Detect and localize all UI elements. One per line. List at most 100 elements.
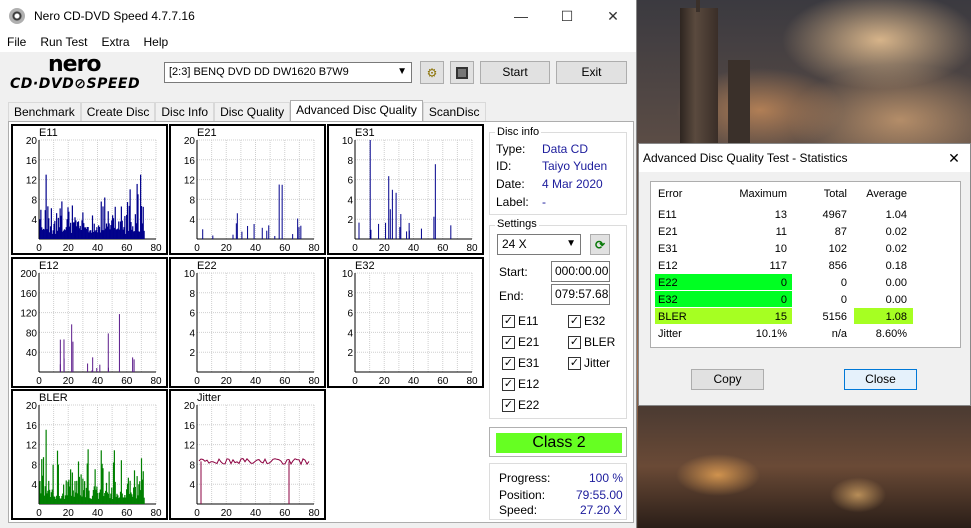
label-value: - xyxy=(542,195,546,209)
x-tick-label: 40 xyxy=(92,376,104,386)
tab-scandisc[interactable]: ScanDisc xyxy=(422,102,486,122)
checkbox-e12[interactable]: ✓ xyxy=(502,378,515,391)
drive-info-button[interactable]: ⚙ xyxy=(420,61,444,84)
nero-disc-icon xyxy=(9,8,25,24)
tab-benchmark[interactable]: Benchmark xyxy=(8,102,81,122)
y-tick-label: 4 xyxy=(347,328,353,339)
y-tick-label: 12 xyxy=(184,176,196,187)
menu-extra[interactable]: Extra xyxy=(94,35,136,49)
stat-error-name: E22 xyxy=(658,277,678,289)
speed-select[interactable]: 24 X ▼ xyxy=(497,234,581,255)
x-tick-label: 40 xyxy=(92,508,104,518)
id-value: Taiyo Yuden xyxy=(542,159,608,173)
chart-e32: E32 10 8 6 4 2 0 20 40 60 80 xyxy=(327,257,484,388)
x-tick-label: 20 xyxy=(379,376,391,386)
checkbox-e31[interactable]: ✓ xyxy=(502,357,515,370)
chevron-down-icon: ▼ xyxy=(397,66,407,77)
checkbox-bler[interactable]: ✓ xyxy=(568,336,581,349)
stat-average: 0.00 xyxy=(885,277,907,289)
stat-average: 8.60% xyxy=(875,328,907,340)
end-time-input[interactable]: 079:57.68 xyxy=(551,284,610,305)
menu-run-test[interactable]: Run Test xyxy=(33,35,94,49)
y-tick-label: 40 xyxy=(26,348,38,359)
x-tick-label: 60 xyxy=(121,508,133,518)
checkbox-jitter[interactable]: ✓ xyxy=(568,357,581,370)
tab-create-disc[interactable]: Create Disc xyxy=(80,102,156,122)
start-time-input[interactable]: 000:00.00 xyxy=(551,261,610,282)
x-tick-label: 40 xyxy=(408,243,420,253)
y-tick-label: 4 xyxy=(31,215,37,226)
position-value: 79:55.00 xyxy=(576,488,623,502)
y-tick-label: 20 xyxy=(184,136,196,147)
tab-disc-quality[interactable]: Disc Quality xyxy=(214,102,291,122)
end-label: End: xyxy=(499,289,524,303)
x-tick-label: 0 xyxy=(36,243,42,253)
exit-button[interactable]: Exit xyxy=(556,61,627,84)
stat-error-name: E31 xyxy=(658,243,678,255)
checkbox-e32[interactable]: ✓ xyxy=(568,315,581,328)
checkbox-label: E22 xyxy=(518,398,540,412)
tab-advanced-disc-quality[interactable]: Advanced Disc Quality xyxy=(290,100,423,122)
toolbar: nero CD·DVD⊘SPEED [2:3] BENQ DVD DD DW16… xyxy=(0,52,637,98)
close-button[interactable]: ✕ xyxy=(590,0,636,32)
chart-plot: 201612840 20 40 60 80 xyxy=(184,401,320,518)
y-tick-label: 200 xyxy=(20,269,37,280)
x-tick-label: 0 xyxy=(194,243,200,253)
checkbox-label: E21 xyxy=(518,335,540,349)
dialog-close-button[interactable]: Close xyxy=(844,369,917,390)
checkbox-e11[interactable]: ✓ xyxy=(502,315,515,328)
x-tick-label: 40 xyxy=(92,243,104,253)
chart-e12: E12 200 160 120 80 40 0 20 40 60 80 xyxy=(11,257,168,388)
y-tick-label: 8 xyxy=(31,195,37,206)
y-tick-label: 4 xyxy=(189,215,195,226)
stat-error-name: Jitter xyxy=(658,328,682,340)
chart-plot: 201612840 20 40 60 80 xyxy=(26,401,162,518)
stat-error-name: E12 xyxy=(658,260,678,272)
dialog-close-icon[interactable]: ✕ xyxy=(938,150,970,167)
x-tick-label: 20 xyxy=(379,243,391,253)
menu-help[interactable]: Help xyxy=(137,35,176,49)
chart-plot: 1086420 20 40 60 80 xyxy=(342,136,478,253)
type-label: Type: xyxy=(496,142,526,156)
y-tick-label: 10 xyxy=(184,269,196,280)
checkbox-e21[interactable]: ✓ xyxy=(502,336,515,349)
y-tick-label: 8 xyxy=(189,195,195,206)
logo-cdspeed-text: CD·DVD⊘SPEED xyxy=(10,76,141,92)
jitter-series-line xyxy=(198,457,310,466)
drive-select[interactable]: [2:3] BENQ DVD DD DW1620 B7W9 ▼ xyxy=(164,62,412,83)
x-tick-label: 60 xyxy=(279,376,291,386)
dialog-title-bar: Advanced Disc Quality Test - Statistics … xyxy=(639,144,970,172)
tab-disc-info[interactable]: Disc Info xyxy=(155,102,215,122)
menu-file[interactable]: File xyxy=(0,35,33,49)
start-button[interactable]: Start xyxy=(480,61,550,84)
refresh-speed-button[interactable]: ⟳ xyxy=(590,234,610,255)
stat-average: 1.08 xyxy=(885,311,907,323)
y-tick-label: 10 xyxy=(342,136,354,147)
stat-average: 1.04 xyxy=(885,209,907,221)
y-tick-label: 6 xyxy=(347,309,353,320)
speed-select-value: 24 X xyxy=(502,237,527,251)
drive-select-value: [2:3] BENQ DVD DD DW1620 B7W9 xyxy=(169,66,349,78)
maximize-button[interactable]: ☐ xyxy=(544,0,590,32)
checkbox-label: E31 xyxy=(518,356,540,370)
chart-plot: 1086420 20 40 60 80 xyxy=(184,269,320,386)
x-tick-label: 0 xyxy=(194,508,200,518)
speed-label: Speed: xyxy=(499,503,538,517)
checkbox-label: BLER xyxy=(584,335,616,349)
x-tick-label: 0 xyxy=(352,243,358,253)
progress-value: 100 % xyxy=(589,471,624,485)
x-tick-label: 60 xyxy=(279,508,291,518)
stat-error-name: E32 xyxy=(658,294,678,306)
checkbox-e22[interactable]: ✓ xyxy=(502,399,515,412)
minimize-button[interactable]: — xyxy=(498,0,544,32)
y-tick-label: 4 xyxy=(189,480,195,491)
stat-average: 0.18 xyxy=(885,260,907,272)
copy-button[interactable]: Copy xyxy=(691,369,764,390)
progress-label: Progress: xyxy=(499,471,551,485)
save-button[interactable] xyxy=(450,61,474,84)
x-tick-label: 20 xyxy=(63,376,75,386)
chart-plot: 201612840 20 40 60 80 xyxy=(26,136,162,253)
x-tick-label: 40 xyxy=(250,376,262,386)
y-tick-label: 12 xyxy=(26,441,38,452)
stat-error-name: E11 xyxy=(658,209,677,221)
